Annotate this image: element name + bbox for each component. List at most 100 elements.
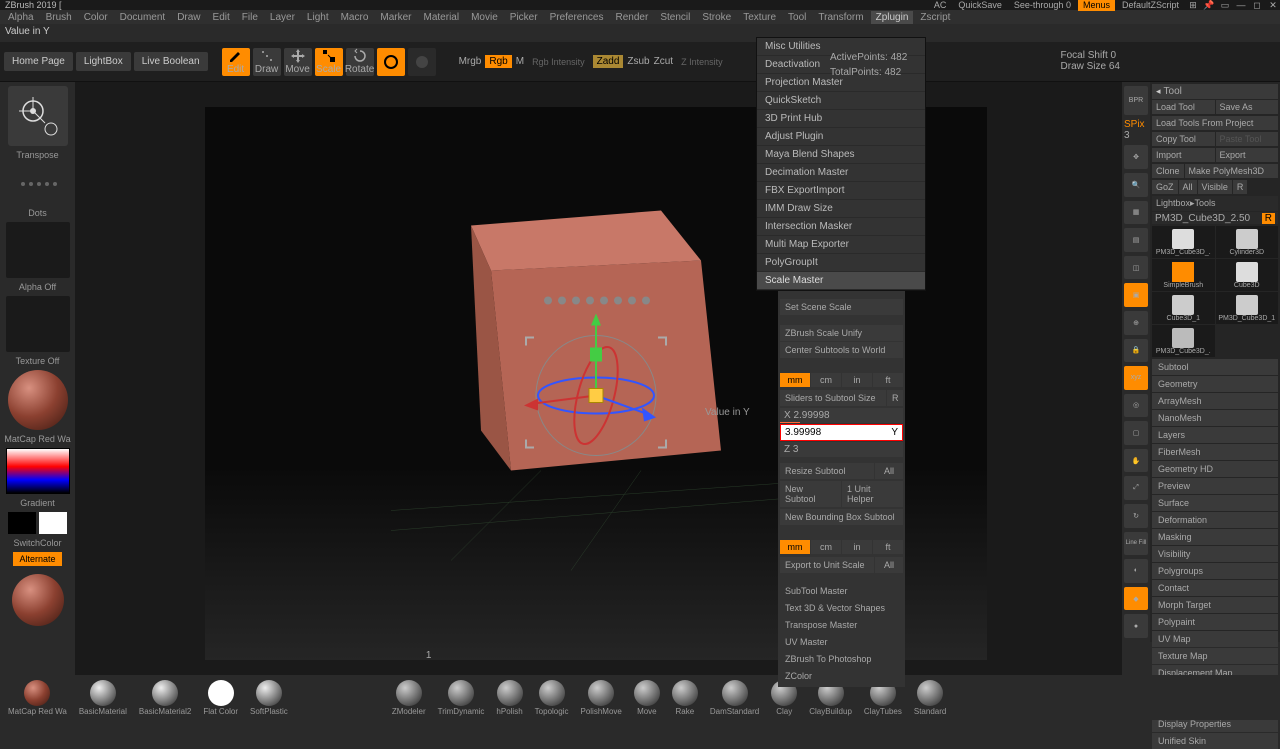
menu-document[interactable]: Document bbox=[115, 11, 171, 24]
close-icon[interactable]: ✕ bbox=[1266, 0, 1280, 10]
brush-topologic[interactable]: Topologic bbox=[535, 680, 569, 716]
dropdown-multi-map-exporter[interactable]: Multi Map Exporter bbox=[757, 236, 925, 254]
transp-icon[interactable]: ◐ bbox=[1124, 559, 1148, 583]
menu-preferences[interactable]: Preferences bbox=[545, 11, 609, 24]
section-morph-target[interactable]: Morph Target bbox=[1152, 597, 1278, 613]
dropdown-quicksketch[interactable]: QuickSketch bbox=[757, 92, 925, 110]
brush-polishmove[interactable]: PolishMove bbox=[580, 680, 621, 716]
dropdown-decimation-master[interactable]: Decimation Master bbox=[757, 164, 925, 182]
grid-icon[interactable]: ⊞ bbox=[1186, 0, 1200, 10]
menu-tool[interactable]: Tool bbox=[783, 11, 811, 24]
export-all-button[interactable]: All bbox=[875, 557, 903, 573]
bpr-icon[interactable]: BPR bbox=[1124, 86, 1148, 115]
persp-icon[interactable]: ◫ bbox=[1124, 256, 1148, 280]
brush-rake[interactable]: Rake bbox=[672, 680, 698, 716]
minimize-icon[interactable]: — bbox=[1234, 0, 1248, 10]
transpose-icon[interactable] bbox=[8, 86, 68, 146]
brush-move[interactable]: Move bbox=[634, 680, 660, 716]
dropdown-transpose-master[interactable]: Transpose Master bbox=[780, 617, 903, 633]
goz-button[interactable]: GoZ bbox=[1152, 180, 1178, 194]
menu-color[interactable]: Color bbox=[79, 11, 113, 24]
tool-name-slider[interactable]: PM3D_Cube3D_2. 50R bbox=[1152, 212, 1278, 224]
menu-render[interactable]: Render bbox=[611, 11, 654, 24]
dropdown-maya-blend-shapes[interactable]: Maya Blend Shapes bbox=[757, 146, 925, 164]
dropdown-uv-master[interactable]: UV Master bbox=[780, 634, 903, 650]
menu-picker[interactable]: Picker bbox=[505, 11, 543, 24]
tool-thumb-4[interactable]: Cube3D_1 bbox=[1152, 292, 1215, 324]
rotate-tool[interactable]: Rotate bbox=[346, 48, 374, 76]
lock-icon[interactable]: 🔒 bbox=[1124, 339, 1148, 363]
menu-stroke[interactable]: Stroke bbox=[697, 11, 736, 24]
x-slider[interactable]: X 2.99998 bbox=[780, 408, 903, 423]
seethrough-slider[interactable]: See-through 0 bbox=[1009, 0, 1076, 11]
menu-movie[interactable]: Movie bbox=[466, 11, 503, 24]
resize-button[interactable]: Resize Subtool bbox=[780, 463, 874, 479]
dropdown-zbrush-to-photoshop[interactable]: ZBrush To Photoshop bbox=[780, 651, 903, 667]
section-arraymesh[interactable]: ArrayMesh bbox=[1152, 393, 1278, 409]
linefill-icon[interactable]: Line Fill bbox=[1124, 532, 1148, 556]
ghost-icon[interactable]: ◆ bbox=[1124, 587, 1148, 611]
maximize-icon[interactable]: ◻ bbox=[1250, 0, 1264, 10]
dropdown-polygroupit[interactable]: PolyGroupIt bbox=[757, 254, 925, 272]
export-button[interactable]: Export to Unit Scale bbox=[780, 557, 874, 573]
dropdown-scale-master[interactable]: Scale Master bbox=[757, 272, 925, 290]
dropdown-subtool-master[interactable]: SubTool Master bbox=[780, 583, 903, 599]
y-slider-input[interactable]: 3.99998Y bbox=[780, 424, 903, 441]
cube-model[interactable] bbox=[441, 180, 751, 550]
section-contact[interactable]: Contact bbox=[1152, 580, 1278, 596]
menu-texture[interactable]: Texture bbox=[738, 11, 781, 24]
unify-button[interactable]: ZBrush Scale Unify bbox=[780, 325, 903, 341]
menu-layer[interactable]: Layer bbox=[265, 11, 300, 24]
brush-standard[interactable]: Standard bbox=[914, 680, 946, 716]
unit-in[interactable]: in bbox=[842, 540, 872, 554]
xyz-icon[interactable]: xyz bbox=[1124, 366, 1148, 390]
gizmo-tool[interactable] bbox=[377, 48, 405, 76]
swatch-black[interactable] bbox=[8, 512, 36, 534]
menu-transform[interactable]: Transform bbox=[813, 11, 868, 24]
lightbox-tools[interactable]: Lightbox▸Tools bbox=[1152, 196, 1278, 211]
r-button[interactable]: R bbox=[887, 390, 903, 406]
section-polypaint[interactable]: Polypaint bbox=[1152, 614, 1278, 630]
resize-all-button[interactable]: All bbox=[875, 463, 903, 479]
set-scene-scale-button[interactable]: Set Scene Scale bbox=[780, 299, 903, 315]
unit-mm[interactable]: mm bbox=[780, 373, 810, 387]
rgb-intensity[interactable]: Rgb Intensity bbox=[532, 57, 585, 67]
material-basicmaterial[interactable]: BasicMaterial bbox=[79, 680, 127, 716]
import-button[interactable]: Import bbox=[1152, 148, 1215, 162]
unit-cm[interactable]: cm bbox=[811, 373, 841, 387]
switchcolor-label[interactable]: SwitchColor bbox=[13, 538, 61, 548]
visible-button[interactable]: Visible bbox=[1198, 180, 1232, 194]
alpha-slot[interactable] bbox=[6, 222, 70, 278]
copy-button[interactable]: Copy Tool bbox=[1152, 132, 1215, 146]
section-geometry[interactable]: Geometry bbox=[1152, 376, 1278, 392]
section-fibermesh[interactable]: FiberMesh bbox=[1152, 444, 1278, 460]
home-button[interactable]: Home Page bbox=[4, 52, 73, 71]
newbbox-button[interactable]: New Bounding Box Subtool bbox=[780, 509, 903, 525]
menu-marker[interactable]: Marker bbox=[375, 11, 416, 24]
dropdown-text-3d-&-vector-shapes[interactable]: Text 3D & Vector Shapes bbox=[780, 600, 903, 616]
z-slider[interactable]: Z 3 bbox=[780, 442, 903, 457]
aahalf-icon[interactable]: ▤ bbox=[1124, 228, 1148, 252]
dropdown-3d-print-hub[interactable]: 3D Print Hub bbox=[757, 110, 925, 128]
helper-button[interactable]: 1 Unit Helper bbox=[842, 481, 903, 507]
section-visibility[interactable]: Visibility bbox=[1152, 546, 1278, 562]
section-surface[interactable]: Surface bbox=[1152, 495, 1278, 511]
material-basicmaterial2[interactable]: BasicMaterial2 bbox=[139, 680, 191, 716]
menus-btn[interactable]: Menus bbox=[1078, 0, 1115, 11]
menu-material[interactable]: Material bbox=[419, 11, 465, 24]
frame2-icon[interactable]: ▢ bbox=[1124, 421, 1148, 445]
tool-thumb-2[interactable]: SimpleBrush bbox=[1152, 259, 1215, 291]
material-preview[interactable] bbox=[8, 370, 68, 430]
menu-zplugin[interactable]: Zplugin bbox=[871, 11, 914, 24]
brush-zmodeler[interactable]: ZModeler1 bbox=[392, 680, 426, 716]
material-matcap red wa[interactable]: MatCap Red Wa bbox=[8, 680, 67, 716]
load-tool-button[interactable]: Load Tool bbox=[1152, 100, 1215, 114]
section-deformation[interactable]: Deformation bbox=[1152, 512, 1278, 528]
tool-thumb-0[interactable]: PM3D_Cube3D_. bbox=[1152, 226, 1215, 258]
export-tool-button[interactable]: Export bbox=[1216, 148, 1279, 162]
local-icon[interactable]: ⊕ bbox=[1124, 311, 1148, 335]
section-subtool[interactable]: Subtool bbox=[1152, 359, 1278, 375]
defaultzscript-btn[interactable]: DefaultZScript bbox=[1117, 0, 1184, 11]
material-softplastic[interactable]: SoftPlastic bbox=[250, 680, 288, 716]
lightbox-button[interactable]: LightBox bbox=[76, 52, 131, 71]
